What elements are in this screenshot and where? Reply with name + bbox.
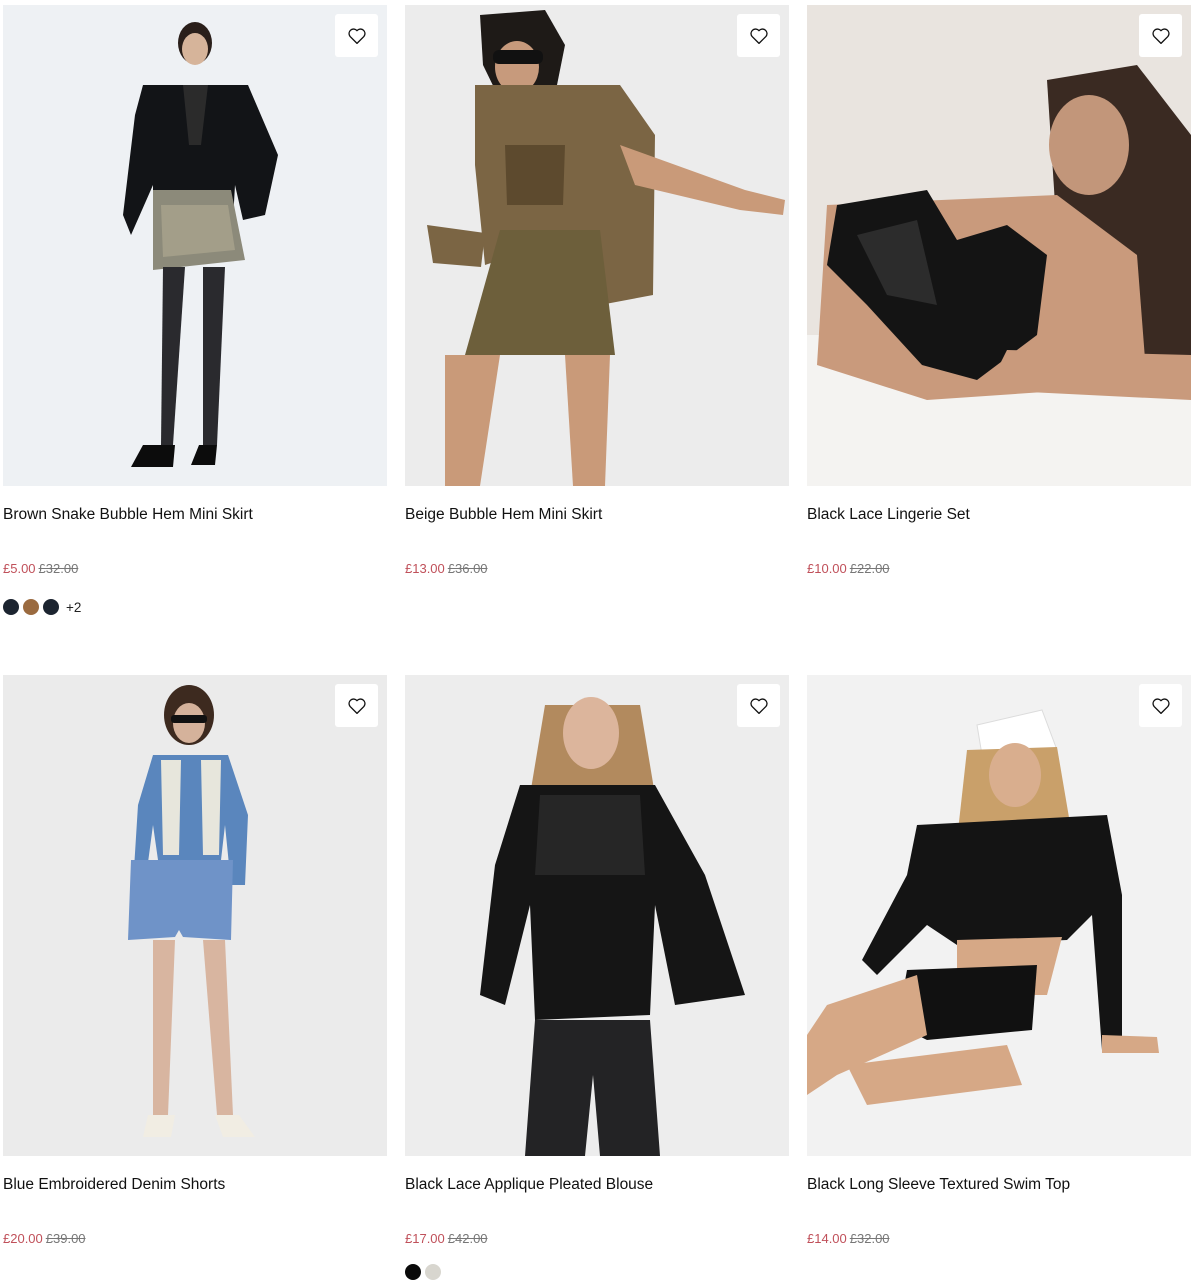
wishlist-button[interactable] — [737, 684, 780, 727]
wishlist-button[interactable] — [335, 684, 378, 727]
wishlist-button[interactable] — [737, 14, 780, 57]
original-price: £32.00 — [849, 1231, 890, 1246]
product-image[interactable] — [807, 675, 1191, 1156]
product-image[interactable] — [3, 5, 387, 486]
heart-outline-icon — [347, 27, 366, 44]
product-image[interactable] — [405, 5, 789, 486]
colour-swatch-black[interactable] — [405, 1264, 421, 1280]
more-colours-count[interactable]: +2 — [66, 600, 81, 615]
wishlist-button[interactable] — [1139, 684, 1182, 727]
product-photo — [405, 675, 789, 1156]
heart-outline-icon — [1151, 27, 1170, 44]
product-price: £5.00 £32.00 — [3, 561, 78, 577]
product-price: £13.00 £36.00 — [405, 561, 488, 577]
product-grid: Brown Snake Bubble Hem Mini Skirt £5.00 £… — [0, 0, 1200, 1286]
product-price: £17.00 £42.00 — [405, 1231, 488, 1247]
product-price: £14.00 £32.00 — [807, 1231, 890, 1247]
sale-price: £13.00 — [405, 561, 445, 576]
colour-swatches — [405, 1264, 441, 1280]
product-photo — [3, 5, 387, 486]
product-image[interactable] — [405, 675, 789, 1156]
product-title[interactable]: Black Lace Applique Pleated Blouse — [405, 1175, 653, 1195]
colour-swatch-brown[interactable] — [23, 599, 39, 615]
sale-price: £17.00 — [405, 1231, 445, 1246]
original-price: £32.00 — [38, 561, 79, 576]
product-card[interactable]: Black Lace Applique Pleated Blouse £17.0… — [405, 675, 789, 1280]
colour-swatch-navy[interactable] — [3, 599, 19, 615]
product-photo — [405, 5, 789, 486]
product-image[interactable] — [3, 675, 387, 1156]
product-title[interactable]: Black Lace Lingerie Set — [807, 505, 970, 525]
wishlist-button[interactable] — [335, 14, 378, 57]
product-card[interactable]: Brown Snake Bubble Hem Mini Skirt £5.00 £… — [3, 5, 387, 615]
sale-price: £14.00 — [807, 1231, 847, 1246]
original-price: £36.00 — [447, 561, 488, 576]
sale-price: £10.00 — [807, 561, 847, 576]
product-photo — [807, 675, 1191, 1156]
product-card[interactable]: Black Long Sleeve Textured Swim Top £14.… — [807, 675, 1191, 1246]
product-card[interactable]: Black Lace Lingerie Set £10.00 £22.00 — [807, 5, 1191, 576]
wishlist-button[interactable] — [1139, 14, 1182, 57]
product-image[interactable] — [807, 5, 1191, 486]
product-photo — [807, 5, 1191, 486]
heart-outline-icon — [749, 27, 768, 44]
product-title[interactable]: Blue Embroidered Denim Shorts — [3, 1175, 225, 1195]
product-title[interactable]: Brown Snake Bubble Hem Mini Skirt — [3, 505, 253, 525]
sale-price: £5.00 — [3, 561, 36, 576]
heart-outline-icon — [347, 697, 366, 714]
colour-swatch-navy-2[interactable] — [43, 599, 59, 615]
colour-swatch-cream[interactable] — [425, 1264, 441, 1280]
original-price: £22.00 — [849, 561, 890, 576]
product-photo — [3, 675, 387, 1156]
sale-price: £20.00 — [3, 1231, 43, 1246]
original-price: £39.00 — [45, 1231, 86, 1246]
product-price: £20.00 £39.00 — [3, 1231, 86, 1247]
product-title[interactable]: Beige Bubble Hem Mini Skirt — [405, 505, 602, 525]
heart-outline-icon — [1151, 697, 1170, 714]
heart-outline-icon — [749, 697, 768, 714]
product-price: £10.00 £22.00 — [807, 561, 890, 577]
original-price: £42.00 — [447, 1231, 488, 1246]
product-card[interactable]: Beige Bubble Hem Mini Skirt £13.00 £36.00 — [405, 5, 789, 576]
product-title[interactable]: Black Long Sleeve Textured Swim Top — [807, 1175, 1070, 1195]
product-card[interactable]: Blue Embroidered Denim Shorts £20.00 £39.… — [3, 675, 387, 1246]
colour-swatches: +2 — [3, 599, 81, 615]
